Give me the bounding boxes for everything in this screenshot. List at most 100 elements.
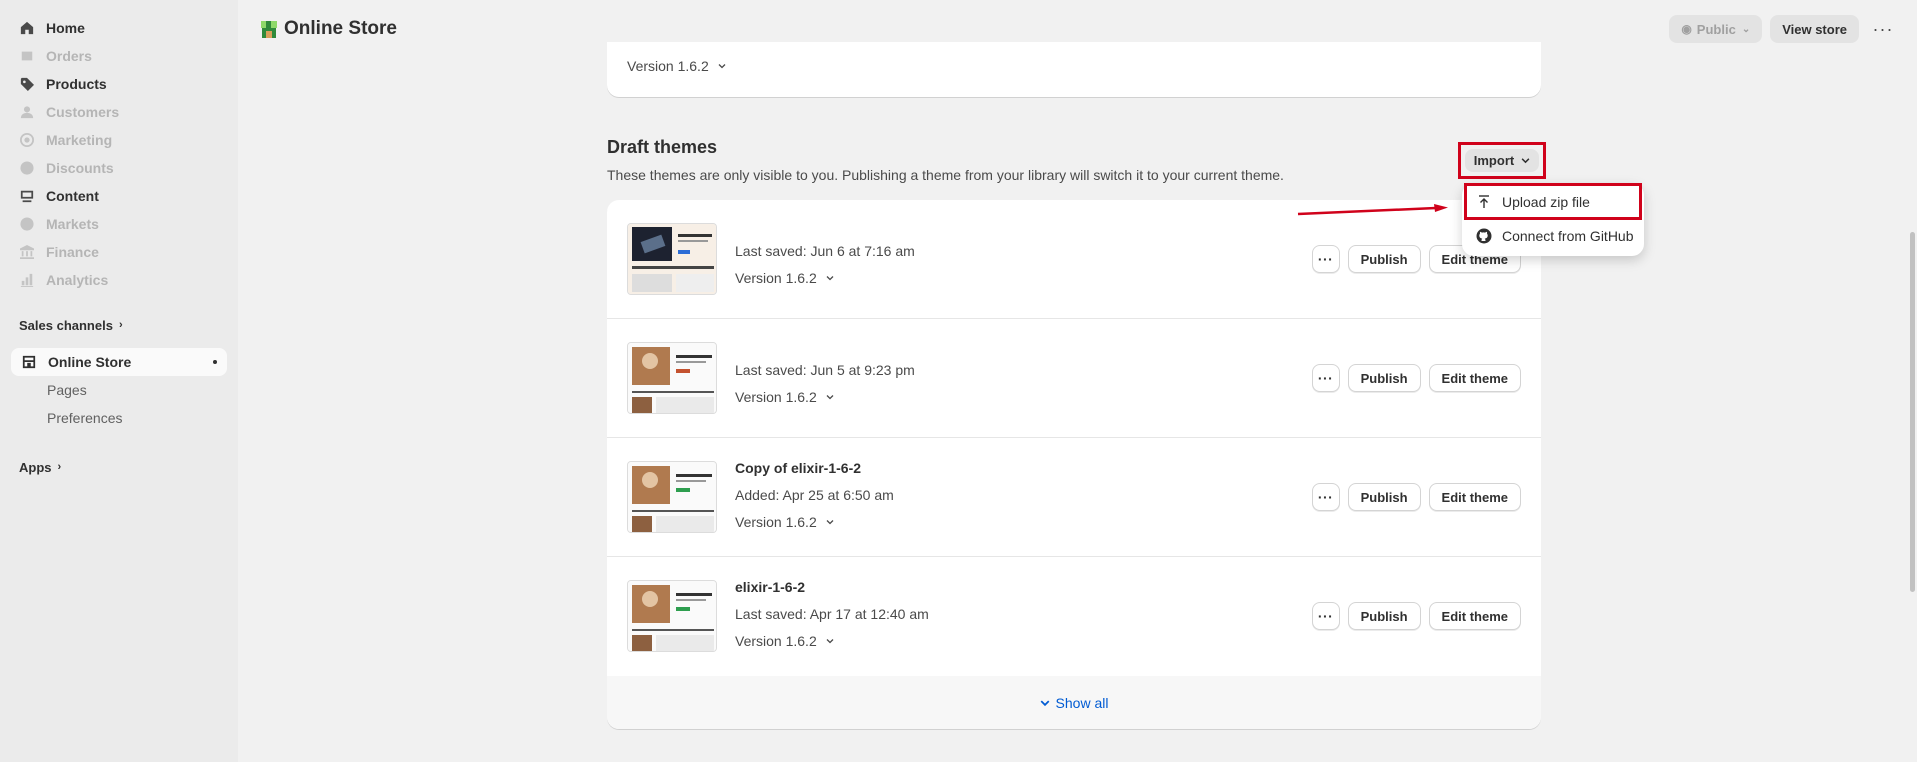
publish-button[interactable]: Publish [1347, 483, 1421, 511]
show-all-label: Show all [1055, 694, 1109, 711]
theme-row: Last saved: Jun 6 at 7:16 am Version 1.6… [607, 200, 1541, 319]
chevron-down-icon: ⌄ [1741, 23, 1751, 35]
sidebar-item-analytics[interactable]: Analytics [0, 266, 238, 294]
chevron-down-icon [826, 639, 834, 644]
theme-more-button[interactable]: ··· [1311, 364, 1340, 392]
sidebar-item-discounts[interactable]: Discounts [0, 154, 238, 182]
sidebar-item-label: Marketing [46, 132, 113, 148]
show-all-button[interactable]: Show all [607, 676, 1541, 729]
store-icon [22, 355, 36, 369]
chevron-down-icon [826, 520, 834, 525]
theme-row: Copy of elixir-1-6-2 Added: Apr 25 at 6:… [607, 438, 1541, 557]
orders-icon [20, 49, 34, 63]
theme-meta: Last saved: Jun 6 at 7:16 am [735, 243, 915, 259]
content-icon [20, 189, 34, 203]
theme-more-button[interactable]: ··· [1311, 245, 1340, 273]
theme-info: elixir-1-6-2 Last saved: Apr 17 at 12:40… [735, 579, 929, 649]
bank-icon [20, 245, 34, 259]
version-label: Version 1.6.2 [735, 633, 817, 649]
sidebar-item-label: Online Store [48, 354, 132, 370]
sidebar-item-label: Content [46, 188, 99, 204]
chevron-down-icon [826, 276, 834, 281]
public-button[interactable]: ◉ Public ⌄ [1669, 15, 1763, 43]
draft-themes-list: Last saved: Jun 6 at 7:16 am Version 1.6… [607, 200, 1541, 729]
person-icon [20, 105, 34, 119]
sidebar-item-label: Markets [46, 216, 99, 232]
sidebar: Home Orders Products Customers Marketing… [0, 0, 238, 762]
theme-version[interactable]: Version 1.6.2 [735, 633, 929, 649]
publish-button[interactable]: Publish [1347, 602, 1421, 630]
github-label: Connect from GitHub [1502, 228, 1634, 244]
sidebar-item-marketing[interactable]: Marketing [0, 126, 238, 154]
sidebar-item-content[interactable]: Content [0, 182, 238, 210]
public-label: Public [1696, 21, 1736, 37]
chevron-down-icon [1040, 700, 1049, 706]
annotation-arrow [1297, 204, 1448, 216]
theme-more-button[interactable]: ··· [1311, 483, 1340, 511]
theme-meta: Last saved: Apr 17 at 12:40 am [735, 606, 929, 622]
sidebar-item-customers[interactable]: Customers [0, 98, 238, 126]
sidebar-item-online-store[interactable]: Online Store [11, 348, 227, 376]
theme-info: Copy of elixir-1-6-2 Added: Apr 25 at 6:… [735, 460, 894, 530]
sidebar-item-markets[interactable]: Markets [0, 210, 238, 238]
sales-channels-toggle[interactable]: Sales channels › [0, 312, 238, 338]
edit-theme-button[interactable]: Edit theme [1428, 364, 1521, 392]
publish-button[interactable]: Publish [1347, 245, 1421, 273]
sidebar-item-label: Products [46, 76, 107, 92]
chevron-down-icon [826, 395, 834, 400]
sales-channels-label: Sales channels [19, 317, 113, 333]
sidebar-item-home[interactable]: Home [0, 14, 238, 42]
sidebar-item-label: Orders [46, 48, 92, 64]
theme-name: elixir-1-6-2 [735, 579, 806, 595]
theme-version[interactable]: Version 1.6.2 [735, 270, 915, 286]
sidebar-item-label: Home [46, 20, 85, 36]
import-label: Import [1473, 153, 1515, 168]
version-label: Version 1.6.2 [735, 514, 817, 530]
chart-icon [20, 273, 34, 287]
chevron-down-icon [718, 64, 726, 69]
scrollbar-thumb[interactable] [1910, 232, 1915, 592]
github-icon [1476, 228, 1492, 244]
current-theme-card: Version 1.6.2 [607, 42, 1541, 97]
import-highlight: Import [1458, 142, 1546, 179]
current-theme-version[interactable]: Version 1.6.2 [627, 58, 726, 74]
upload-zip-highlight [1464, 183, 1642, 220]
sidebar-item-orders[interactable]: Orders [0, 42, 238, 70]
theme-meta: Added: Apr 25 at 6:50 am [735, 487, 894, 503]
theme-more-button[interactable]: ··· [1311, 602, 1340, 630]
version-label: Version 1.6.2 [735, 270, 817, 286]
version-label: Version 1.6.2 [627, 58, 709, 74]
edit-theme-button[interactable]: Edit theme [1428, 602, 1521, 630]
theme-row: elixir-1-6-2 Last saved: Apr 17 at 12:40… [607, 557, 1541, 676]
sidebar-item-label: Finance [46, 244, 99, 260]
sidebar-item-label: Customers [46, 104, 120, 120]
version-label: Version 1.6.2 [735, 389, 817, 405]
publish-button[interactable]: Publish [1347, 364, 1421, 392]
theme-info: Last saved: Jun 6 at 7:16 am Version 1.6… [735, 243, 915, 286]
theme-version[interactable]: Version 1.6.2 [735, 389, 915, 405]
theme-version[interactable]: Version 1.6.2 [735, 514, 894, 530]
page-title-text: Online Store [284, 18, 397, 39]
more-actions-button[interactable]: ··· [1867, 19, 1899, 40]
discount-icon [20, 161, 34, 175]
theme-actions: ··· Publish Edit theme [1311, 364, 1521, 392]
sidebar-item-finance[interactable]: Finance [0, 238, 238, 266]
target-icon [20, 133, 34, 147]
theme-thumbnail [627, 342, 717, 414]
sidebar-subitem-pages[interactable]: Pages [0, 376, 238, 404]
sidebar-subitem-preferences[interactable]: Preferences [0, 404, 238, 432]
scrollbar[interactable] [1907, 58, 1917, 762]
import-button[interactable]: Import [1465, 149, 1539, 172]
chevron-right-icon: › [118, 319, 123, 331]
sidebar-item-products[interactable]: Products [0, 70, 238, 98]
view-store-button[interactable]: View store [1770, 15, 1859, 43]
menu-item-connect-github[interactable]: Connect from GitHub [1462, 221, 1644, 251]
active-dot [213, 360, 217, 364]
theme-actions: ··· Publish Edit theme [1311, 483, 1521, 511]
edit-theme-button[interactable]: Edit theme [1428, 483, 1521, 511]
eye-icon: ◉ [1681, 22, 1692, 36]
apps-toggle[interactable]: Apps › [0, 454, 238, 480]
theme-row: Last saved: Jun 5 at 9:23 pm Version 1.6… [607, 319, 1541, 438]
theme-info: Last saved: Jun 5 at 9:23 pm Version 1.6… [735, 362, 915, 405]
theme-meta: Last saved: Jun 5 at 9:23 pm [735, 362, 915, 378]
